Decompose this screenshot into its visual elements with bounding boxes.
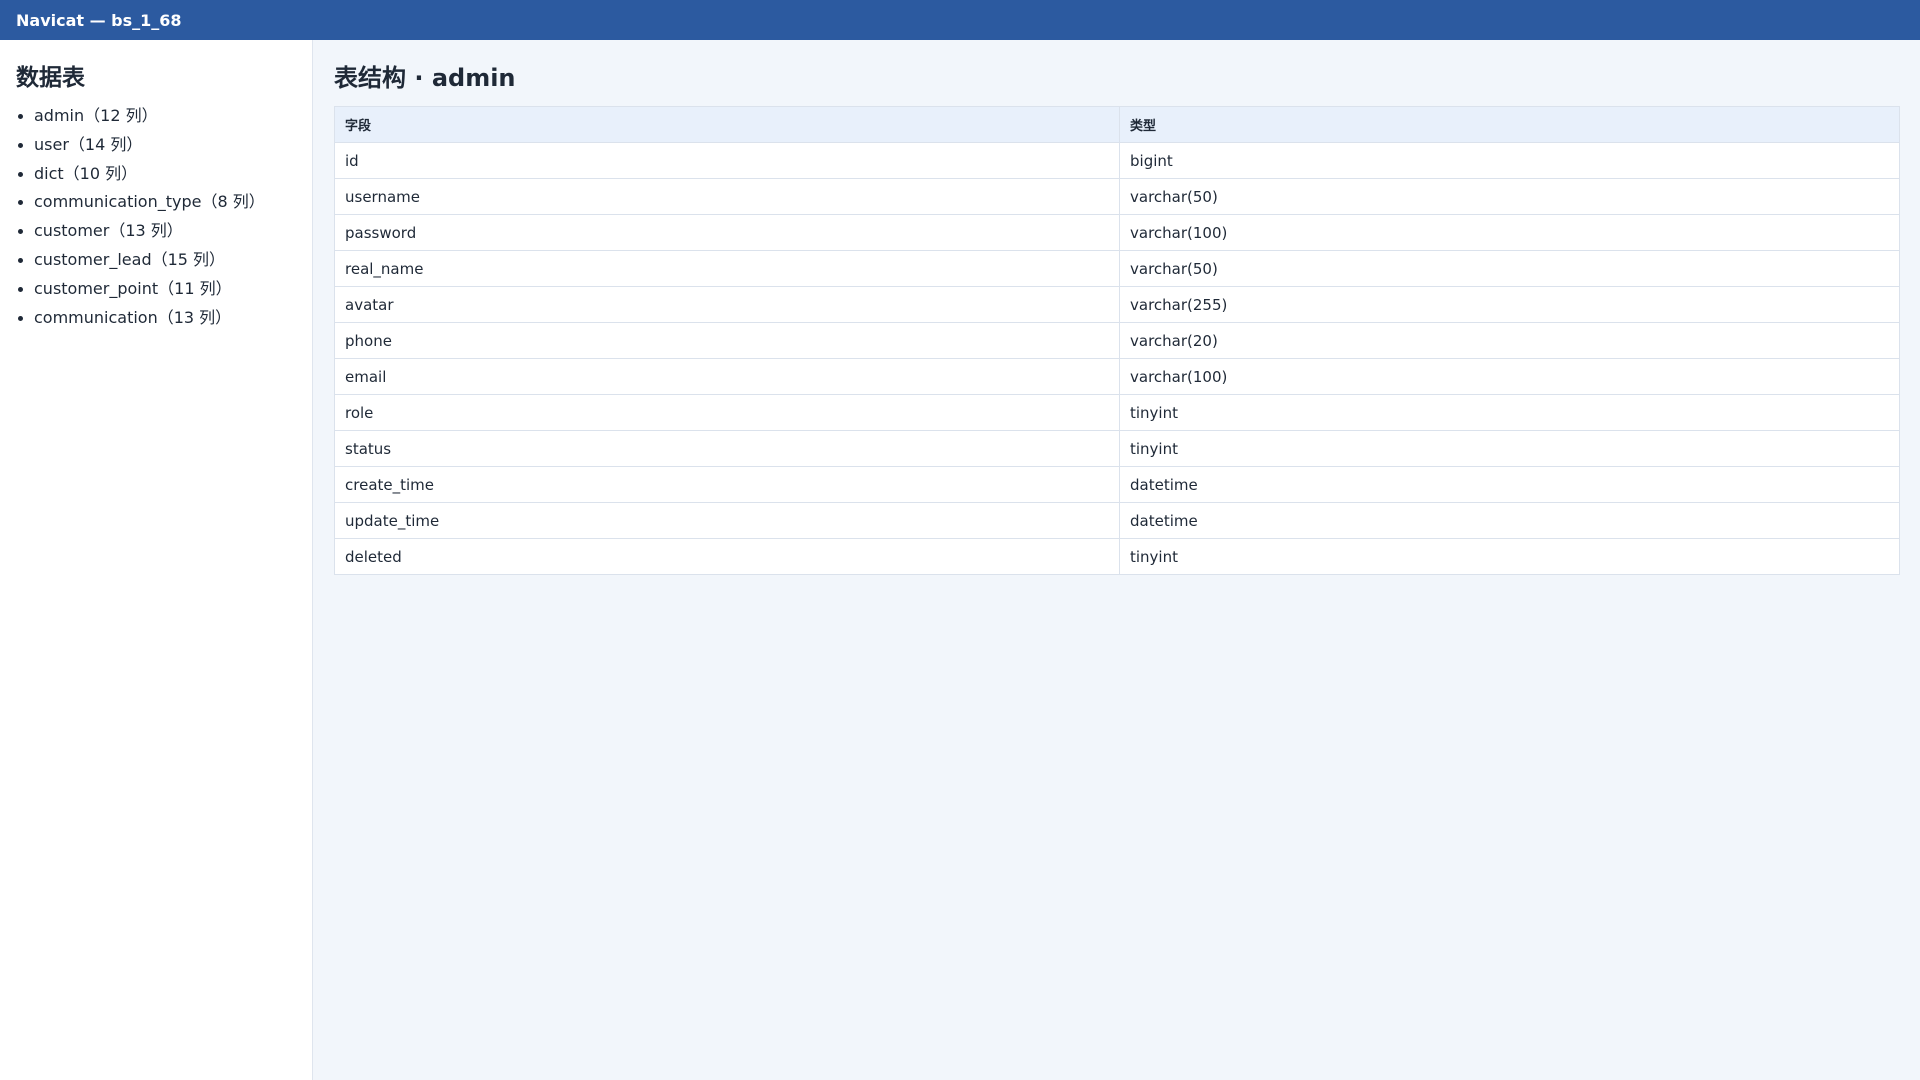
field-cell: id: [334, 142, 1120, 179]
type-cell: varchar(100): [1119, 358, 1900, 395]
type-cell: varchar(100): [1119, 214, 1900, 251]
type-cell: datetime: [1119, 466, 1900, 503]
structure-table: 字段 类型 id bigint username varchar(50) passw…: [334, 106, 1900, 575]
table-row: deleted tinyint: [334, 538, 1900, 575]
table-row: id bigint: [334, 142, 1900, 179]
table-row: password varchar(100): [334, 214, 1900, 251]
field-cell: username: [334, 178, 1120, 215]
table-list: admin（12 列） user（14 列） dict（10 列） commun…: [16, 106, 296, 328]
table-row: phone varchar(20): [334, 322, 1900, 359]
type-cell: tinyint: [1119, 430, 1900, 467]
type-cell: tinyint: [1119, 394, 1900, 431]
table-row: avatar varchar(255): [334, 286, 1900, 323]
table-list-item[interactable]: customer_lead（15 列）: [16, 250, 296, 270]
type-cell: datetime: [1119, 502, 1900, 539]
page-title: 表结构 · admin: [334, 64, 516, 92]
table-list-item[interactable]: dict（10 列）: [16, 164, 296, 184]
type-cell: varchar(20): [1119, 322, 1900, 359]
table-row: role tinyint: [334, 394, 1900, 431]
sidebar: 数据表 admin（12 列） user（14 列） dict（10 列） co…: [0, 40, 313, 1080]
window-titlebar: Navicat — bs_1_68: [0, 0, 1920, 40]
table-row: email varchar(100): [334, 358, 1900, 395]
type-cell: bigint: [1119, 142, 1900, 179]
table-list-item[interactable]: user（14 列）: [16, 135, 296, 155]
table-row: status tinyint: [334, 430, 1900, 467]
field-cell: status: [334, 430, 1120, 467]
table-row: real_name varchar(50): [334, 250, 1900, 287]
field-cell: role: [334, 394, 1120, 431]
table-row: create_time datetime: [334, 466, 1900, 503]
field-cell: real_name: [334, 250, 1120, 287]
table-header-row: 字段 类型: [334, 106, 1900, 143]
field-cell: deleted: [334, 538, 1120, 575]
sidebar-heading: 数据表: [16, 65, 85, 91]
type-cell: varchar(255): [1119, 286, 1900, 323]
column-header-field: 字段: [334, 106, 1120, 143]
field-cell: update_time: [334, 502, 1120, 539]
main-panel: 表结构 · admin 字段 类型 id bigint username varch…: [314, 40, 1920, 1080]
window-title: Navicat — bs_1_68: [16, 10, 182, 30]
table-row: update_time datetime: [334, 502, 1900, 539]
table-list-item[interactable]: customer（13 列）: [16, 221, 296, 241]
field-cell: email: [334, 358, 1120, 395]
type-cell: varchar(50): [1119, 250, 1900, 287]
type-cell: varchar(50): [1119, 178, 1900, 215]
field-cell: create_time: [334, 466, 1120, 503]
table-row: username varchar(50): [334, 178, 1900, 215]
table-list-item[interactable]: admin（12 列）: [16, 106, 296, 126]
field-cell: phone: [334, 322, 1120, 359]
table-list-item[interactable]: communication_type（8 列）: [16, 192, 296, 212]
table-list-item[interactable]: communication（13 列）: [16, 308, 296, 328]
field-cell: avatar: [334, 286, 1120, 323]
type-cell: tinyint: [1119, 538, 1900, 575]
table-list-item[interactable]: customer_point（11 列）: [16, 279, 296, 299]
column-header-type: 类型: [1119, 106, 1900, 143]
field-cell: password: [334, 214, 1120, 251]
